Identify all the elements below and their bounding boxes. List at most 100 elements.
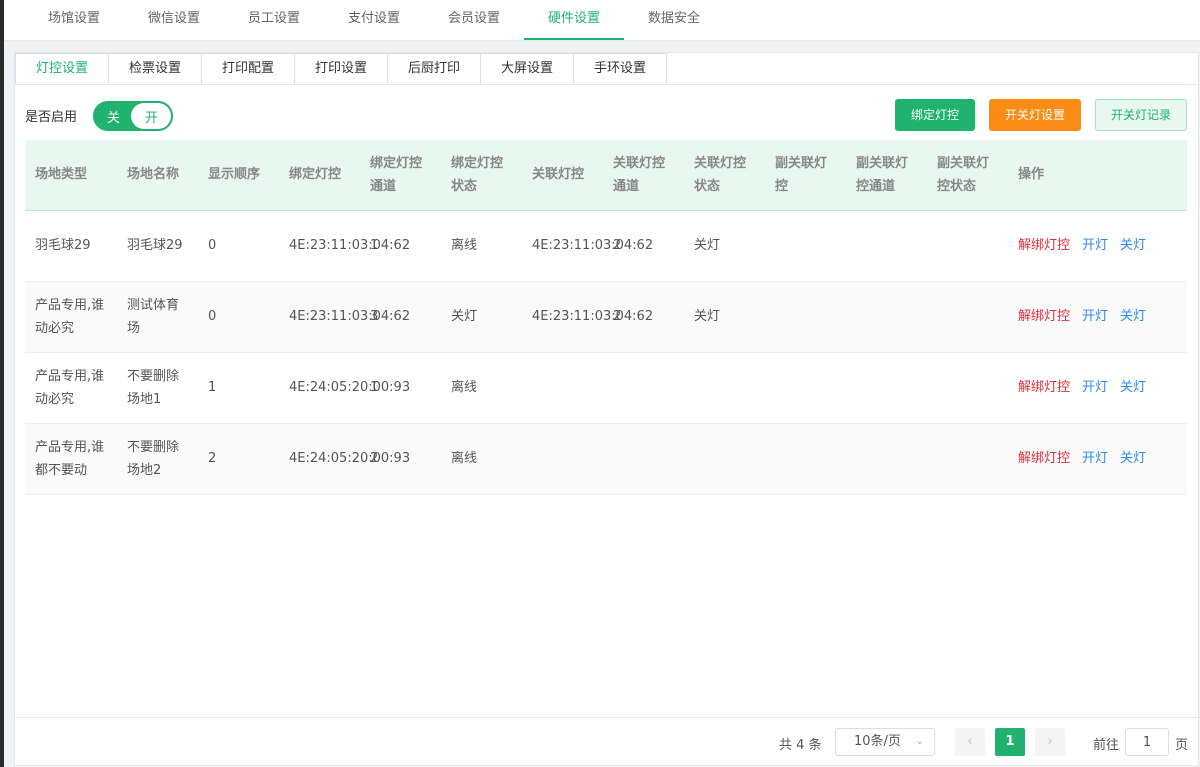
table-cell: 离线 xyxy=(451,238,478,253)
table-cell xyxy=(603,423,684,494)
page-number-current[interactable]: 1 xyxy=(995,728,1025,756)
light-off-link[interactable]: 关灯 xyxy=(1120,447,1146,470)
unbind-light-link[interactable]: 解绑灯控 xyxy=(1018,376,1070,399)
subtab-wristband[interactable]: 手环设置 xyxy=(573,53,667,85)
toggle-off-label: 关 xyxy=(107,111,121,126)
table-cell: 4E:23:11:03:04:62 xyxy=(289,238,411,253)
total-count: 共 4 条 xyxy=(779,738,822,753)
subtab-print-settings[interactable]: 打印设置 xyxy=(294,53,388,85)
nav-tab-wechat[interactable]: 微信设置 xyxy=(126,0,222,40)
enable-label: 是否启用 xyxy=(25,110,78,125)
nav-tab-staff[interactable]: 员工设置 xyxy=(226,0,322,40)
table-cell xyxy=(846,352,927,423)
table-cell: 关灯 xyxy=(694,238,721,253)
nav-tab-payment[interactable]: 支付设置 xyxy=(326,0,422,40)
col-actions: 操作 xyxy=(1018,167,1045,183)
chevron-down-icon: ⌄ xyxy=(915,736,924,747)
table-cell: 4E:23:11:03:04:62 xyxy=(532,238,654,253)
table-body: 羽毛球29 羽毛球29 0 4E:23:11:03:04:62 1 离线 4E:23:11:… xyxy=(25,210,1187,494)
col-sub-linked-light: 副关联灯控 xyxy=(775,155,828,194)
table-cell: 产品专用,谁动必究 xyxy=(35,297,105,336)
table-cell: 羽毛球29 xyxy=(35,238,91,253)
light-on-link[interactable]: 开灯 xyxy=(1082,447,1108,470)
light-off-link[interactable]: 关灯 xyxy=(1120,305,1146,328)
left-dark-bar xyxy=(0,0,4,767)
nav-tab-member[interactable]: 会员设置 xyxy=(426,0,522,40)
table-cell: 2 xyxy=(208,451,217,466)
col-bound-status: 绑定灯控状态 xyxy=(451,155,504,194)
nav-tab-security[interactable]: 数据安全 xyxy=(626,0,722,40)
prev-page-button[interactable]: ‹ xyxy=(955,728,985,756)
table-cell: 1 xyxy=(208,380,217,395)
subtab-print-config[interactable]: 打印配置 xyxy=(201,53,295,85)
goto-page-input[interactable] xyxy=(1125,728,1169,756)
page-size-select[interactable]: 10条/页 ⌄ xyxy=(835,728,935,756)
table-cell xyxy=(684,423,765,494)
table-cell: 离线 xyxy=(451,380,478,395)
table-cell: 4E:23:11:03:04:62 xyxy=(289,309,411,324)
switch-record-button[interactable]: 开关灯记录 xyxy=(1095,99,1187,131)
subtab-kitchen-print[interactable]: 后厨打印 xyxy=(387,53,481,85)
light-on-link[interactable]: 开灯 xyxy=(1082,305,1108,328)
col-linked-channel: 关联灯控通道 xyxy=(613,155,666,194)
main-panel: 灯控设置 检票设置 打印配置 打印设置 后厨打印 大屏设置 手环设置 是否启用 … xyxy=(14,52,1200,767)
table-cell xyxy=(846,281,927,352)
table-cell xyxy=(522,352,603,423)
nav-tab-hardware[interactable]: 硬件设置 xyxy=(524,0,624,40)
unbind-light-link[interactable]: 解绑灯控 xyxy=(1018,447,1070,470)
subtab-big-screen[interactable]: 大屏设置 xyxy=(480,53,574,85)
bind-light-button[interactable]: 绑定灯控 xyxy=(895,99,975,131)
next-page-button[interactable]: › xyxy=(1035,728,1065,756)
table-cell xyxy=(684,352,765,423)
unbind-light-link[interactable]: 解绑灯控 xyxy=(1018,234,1070,257)
col-linked-light: 关联灯控 xyxy=(532,167,585,183)
col-sub-linked-status: 副关联灯控状态 xyxy=(937,155,990,194)
switch-setting-button[interactable]: 开关灯设置 xyxy=(989,99,1081,131)
actions-cell: 解绑灯控 开灯 关灯 xyxy=(1008,281,1187,352)
chevron-left-icon: ‹ xyxy=(967,734,973,749)
table-row: 产品专用,谁都不要动 不要删除场地2 2 4E:24:05:20:00:93 2 离线 解绑… xyxy=(25,423,1187,494)
col-venue-type: 场地类型 xyxy=(35,167,88,183)
table-cell xyxy=(765,210,846,281)
table-cell xyxy=(765,281,846,352)
table-cell: 0 xyxy=(208,238,217,253)
table-cell: 不要删除场地1 xyxy=(127,368,180,407)
table-row: 产品专用,谁动必究 不要删除场地1 1 4E:24:05:20:00:93 1 离线 解绑灯… xyxy=(25,352,1187,423)
table-cell: 关灯 xyxy=(694,309,721,324)
table-cell xyxy=(522,423,603,494)
col-bound-light: 绑定灯控 xyxy=(289,167,342,183)
col-linked-status: 关联灯控状态 xyxy=(694,155,747,194)
subtab-light-control[interactable]: 灯控设置 xyxy=(15,53,109,85)
actions-cell: 解绑灯控 开灯 关灯 xyxy=(1008,352,1187,423)
col-display-order: 显示顺序 xyxy=(208,167,261,183)
table-cell: 测试体育场 xyxy=(127,297,180,336)
table-cell: 4E:23:11:03:04:62 xyxy=(532,309,654,324)
nav-tab-venue[interactable]: 场馆设置 xyxy=(26,0,122,40)
table-cell xyxy=(927,281,1008,352)
table-cell: 产品专用,谁都不要动 xyxy=(35,439,105,478)
table-row: 产品专用,谁动必究 测试体育场 0 4E:23:11:03:04:62 3 关灯 4E:23… xyxy=(25,281,1187,352)
light-off-link[interactable]: 关灯 xyxy=(1120,234,1146,257)
light-off-link[interactable]: 关灯 xyxy=(1120,376,1146,399)
table-cell xyxy=(603,352,684,423)
subtab-ticket-check[interactable]: 检票设置 xyxy=(108,53,202,85)
unbind-light-link[interactable]: 解绑灯控 xyxy=(1018,305,1070,328)
table-cell xyxy=(846,423,927,494)
table-cell: 关灯 xyxy=(451,309,478,324)
goto-suffix: 页 xyxy=(1175,738,1189,753)
table-cell xyxy=(765,423,846,494)
light-on-link[interactable]: 开灯 xyxy=(1082,376,1108,399)
col-sub-linked-channel: 副关联灯控通道 xyxy=(856,155,909,194)
table-cell xyxy=(927,423,1008,494)
toggle-on-label: 开 xyxy=(145,111,159,126)
table-cell: 不要删除场地2 xyxy=(127,439,180,478)
light-on-link[interactable]: 开灯 xyxy=(1082,234,1108,257)
table-cell xyxy=(846,210,927,281)
table-cell: 离线 xyxy=(451,451,478,466)
table-cell: 4E:24:05:20:00:93 xyxy=(289,380,411,395)
table-cell xyxy=(927,352,1008,423)
table-header-row: 场地类型 场地名称 显示顺序 绑定灯控 绑定灯控通道 绑定灯控状态 关联灯控 关… xyxy=(25,140,1187,210)
pagination: 共 4 条 10条/页 ⌄ ‹ 1 › 前往 页 xyxy=(15,717,1200,767)
enable-toggle[interactable]: 关 开 xyxy=(93,101,173,131)
actions-cell: 解绑灯控 开灯 关灯 xyxy=(1008,423,1187,494)
